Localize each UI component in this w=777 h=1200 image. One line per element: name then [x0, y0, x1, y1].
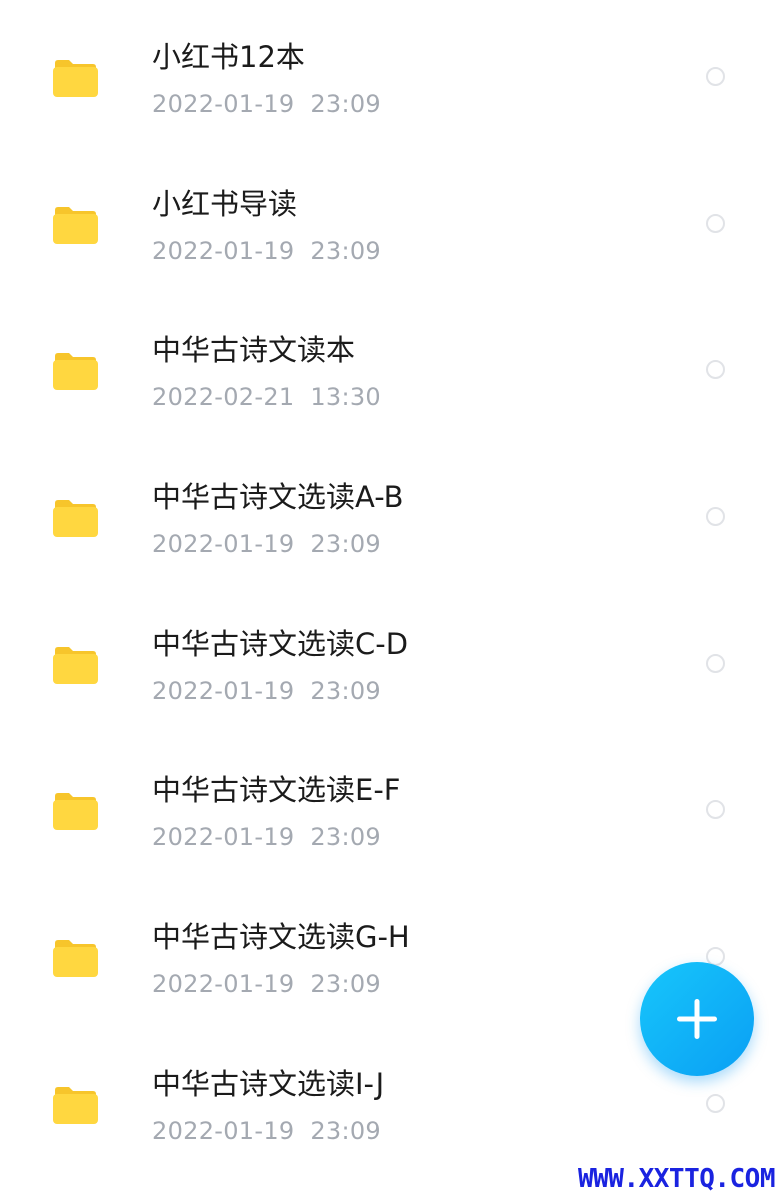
folder-icon — [52, 646, 99, 685]
list-item[interactable]: 中华古诗文选读C-D 2022-01-19 23:09 — [0, 592, 777, 739]
select-radio[interactable] — [706, 360, 725, 380]
list-item[interactable]: 小红书12本 2022-01-19 23:09 — [0, 5, 777, 152]
file-date: 2022-01-19 23:09 — [152, 530, 381, 559]
watermark-text: WWW.XXTTQ.COM — [578, 1164, 776, 1194]
list-item[interactable]: 小红书导读 2022-01-19 23:09 — [0, 152, 777, 299]
file-name: 中华古诗文选读G-H — [152, 920, 410, 955]
folder-icon — [52, 792, 99, 831]
file-date: 2022-01-19 23:09 — [152, 676, 381, 705]
list-item[interactable]: 中华古诗文选读E-F 2022-01-19 23:09 — [0, 738, 777, 885]
folder-icon — [52, 939, 99, 978]
select-radio[interactable] — [706, 1093, 725, 1113]
file-name: 中华古诗文选读I-J — [152, 1066, 385, 1101]
add-button[interactable] — [640, 962, 754, 1076]
select-radio[interactable] — [706, 653, 725, 673]
file-date: 2022-01-19 23:09 — [152, 823, 381, 852]
select-radio[interactable] — [706, 507, 725, 527]
file-date: 2022-01-19 23:09 — [152, 90, 381, 118]
file-date: 2022-01-19 23:09 — [152, 970, 381, 999]
file-name: 中华古诗文选读E-F — [152, 773, 401, 808]
folder-icon — [52, 1086, 99, 1125]
file-name: 小红书12本 — [152, 40, 305, 74]
select-radio[interactable] — [706, 213, 725, 233]
file-name: 小红书导读 — [152, 186, 298, 221]
file-date: 2022-02-21 13:30 — [152, 383, 381, 412]
file-name: 中华古诗文读本 — [152, 333, 356, 368]
select-radio[interactable] — [706, 67, 725, 86]
list-item[interactable]: 中华古诗文选读A-B 2022-01-19 23:09 — [0, 445, 777, 592]
folder-icon — [52, 499, 99, 538]
file-name: 中华古诗文选读A-B — [152, 480, 404, 515]
folder-icon — [52, 352, 99, 391]
list-item[interactable]: 中华古诗文读本 2022-02-21 13:30 — [0, 298, 777, 445]
folder-icon — [52, 59, 99, 98]
file-date: 2022-01-19 23:09 — [152, 1116, 381, 1145]
file-name: 中华古诗文选读C-D — [152, 626, 409, 661]
plus-icon — [677, 999, 717, 1039]
file-date: 2022-01-19 23:09 — [152, 236, 381, 265]
folder-icon — [52, 206, 99, 245]
select-radio[interactable] — [706, 800, 725, 820]
